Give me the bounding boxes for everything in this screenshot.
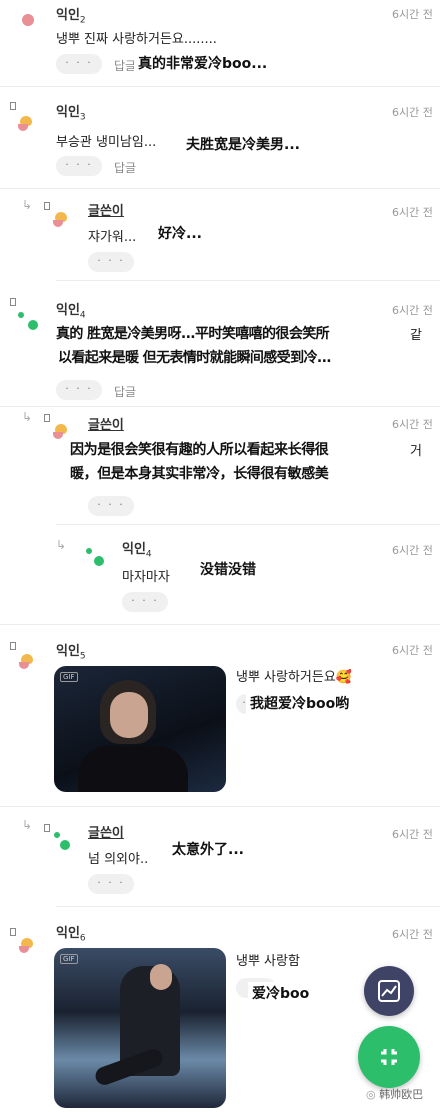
divider [56,280,440,281]
divider [56,524,440,525]
comment-marker-icon [10,298,16,306]
comment-time: 6시간 전 [392,304,433,317]
reply-arrow-icon: ↳ [22,198,33,212]
comment-author: 익인6 [56,926,86,944]
comment-text: 마자마자 [122,570,170,585]
comment-text: 냉뿌 사랑하거든요🥰 [236,670,352,685]
more-options-button[interactable]: · · · [88,252,134,272]
comment-time: 6시간 전 [392,644,433,657]
comment-time: 6시간 전 [392,106,433,119]
comment-text: 부승관 냉미남임... [56,135,157,150]
more-options-button[interactable]: · · · [122,592,168,612]
gif-badge: GIF [60,672,78,682]
comment-marker-icon [10,928,16,936]
collapse-button[interactable] [358,1026,420,1088]
translation-caption: 以看起来是暖 但无表情时就能瞬间感受到冷... [54,346,336,368]
comment-marker-icon [44,824,50,832]
translation-caption: 夫胜宽是冷美男... [182,133,304,155]
comment-marker-icon [44,414,50,422]
avatar [18,938,36,956]
more-options-button[interactable]: · · · [88,496,134,516]
comment-time: 6시간 전 [392,544,433,557]
translation-caption: 暖，但是本身其实非常冷，长得很有敏感美 [66,462,333,484]
wechat-icon: ◎ [366,1088,376,1101]
divider [0,624,440,625]
comment-author: 익인2 [56,8,86,26]
avatar [22,14,34,26]
comment-time: 6시간 전 [392,206,433,219]
more-options-button[interactable]: · · · [56,380,102,400]
reply-button[interactable]: 답글 [114,57,136,74]
avatar [84,546,108,568]
translation-caption: 好冷... [154,222,206,244]
avatar [18,116,34,132]
more-options-button[interactable]: · · · [56,54,102,74]
avatar [16,310,40,332]
collapse-icon [381,1049,397,1065]
translation-caption: 真的 胜宽是冷美男呀...平时笑嘻嘻的很会笑所 [52,322,334,344]
reply-arrow-icon: ↳ [22,818,33,832]
reply-button[interactable]: 답글 [114,383,136,400]
more-options-button[interactable]: · · · [88,874,134,894]
comment-author: 글쓴이 [88,418,124,433]
comment-marker-icon [44,202,50,210]
comment-author: 익인4 [56,303,86,321]
reply-arrow-icon: ↳ [56,538,67,552]
comment-text: 냉뿌 사랑함 [236,954,300,969]
comment-author: 글쓴이 [88,204,124,219]
translation-caption: 因为是很会笑很有趣的人所以看起来长得很 [66,438,333,460]
divider [0,86,440,87]
comment-text-edge: 같 [410,328,422,343]
person-head [150,964,172,990]
comment-time: 6시간 전 [392,8,433,21]
comment-marker-icon [10,102,16,110]
comment-author: 익인4 [122,542,152,560]
translation-caption: 太意外了... [168,838,248,860]
avatar [18,654,36,672]
divider [0,406,440,407]
comment-text-edge: 거 [410,444,422,459]
divider [0,188,440,189]
translation-caption: 真的非常爱冷boo... [134,52,272,74]
translation-caption: 我超爱冷boo哟 [246,692,354,714]
more-options-button[interactable]: · · · [56,156,102,176]
comment-time: 6시간 전 [392,418,433,431]
comment-author: 익인3 [56,105,86,123]
gif-image[interactable]: GIF [54,666,226,792]
comment-author: 글쓴이 [88,826,124,841]
watermark-text: 韩帅欧巴 [379,1088,424,1101]
divider [0,806,440,807]
comment-time: 6시간 전 [392,828,433,841]
comment-text: 쟈가워... [88,230,137,245]
watermark: ◎ 韩帅欧巴 [366,1086,423,1102]
divider [56,906,440,907]
reply-button[interactable]: 답글 [114,159,136,176]
person-body [78,746,188,792]
stats-button[interactable] [364,966,414,1016]
comment-time: 6시간 전 [392,928,433,941]
avatar [52,830,76,852]
gif-badge: GIF [60,954,78,964]
avatar [52,212,70,230]
translation-caption: 爱冷boo [248,982,314,1004]
comment-text: 냉뿌 진짜 사랑하거든요........ [56,32,217,47]
person-face [110,692,148,738]
comment-marker-icon [10,642,16,650]
reply-arrow-icon: ↳ [22,410,33,424]
comment-text: 넘 의외야.. [88,852,149,867]
chart-icon [378,980,400,1002]
comment-author: 익인5 [56,644,86,662]
gif-image[interactable]: GIF [54,948,226,1108]
translation-caption: 没错没错 [196,558,260,580]
